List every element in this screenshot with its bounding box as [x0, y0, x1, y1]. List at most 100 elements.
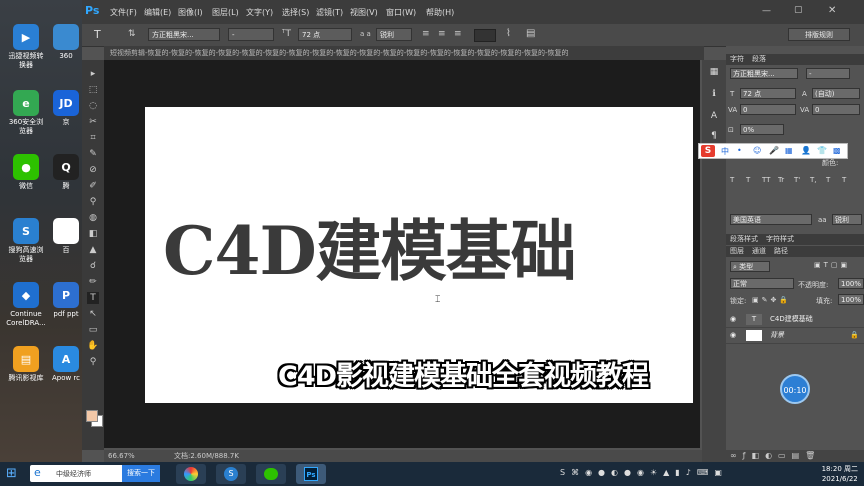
layer-row-text[interactable]: ◉ T C4D建模基础	[726, 312, 864, 328]
tab-paragraph[interactable]: 段落	[752, 54, 766, 65]
fx-icon[interactable]: ƒ	[743, 451, 752, 460]
folder-icon[interactable]: ▭	[778, 451, 792, 460]
tab-layers[interactable]: 图层	[730, 246, 744, 257]
panels-toggle-icon[interactable]: ▤	[526, 28, 535, 39]
zoom-level[interactable]: 66.67%	[108, 450, 135, 462]
menu-item[interactable]: 图像(I)	[178, 7, 203, 18]
menu-item[interactable]: 窗口(W)	[386, 7, 416, 18]
canvas-text-layer[interactable]: C4D建模基础	[163, 215, 577, 287]
ime-emoji-icon[interactable]: ☺	[753, 146, 761, 155]
taskbar-app-sogou[interactable]: S	[216, 464, 246, 484]
trash-icon[interactable]: 🗑	[805, 451, 821, 460]
char-kerning[interactable]: 0	[740, 104, 796, 115]
font-family-select[interactable]: 方正粗黑宋...	[148, 28, 220, 41]
zoom-tool-icon[interactable]: ⚲	[87, 356, 99, 368]
desktop-icon[interactable]: A Apow rc	[46, 346, 86, 383]
menu-item[interactable]: 滤镜(T)	[316, 7, 343, 18]
char-font-family[interactable]: 方正粗黑宋...	[730, 68, 798, 79]
desktop-icon[interactable]: Q腾	[46, 154, 86, 191]
move-tool-icon[interactable]: ▸	[87, 68, 99, 80]
type-style-button[interactable]: TT	[762, 176, 770, 184]
desktop-icon[interactable]: JD 京	[46, 90, 86, 127]
ime-skin-icon[interactable]: 👕	[817, 146, 827, 155]
fill-field[interactable]: 100%	[838, 294, 864, 305]
ime-voice-icon[interactable]: 🎤	[769, 146, 779, 155]
desktop-icon[interactable]: 百	[46, 218, 86, 255]
ime-chinese-mode[interactable]: 中	[721, 146, 729, 157]
menu-item[interactable]: 帮助(H)	[426, 7, 454, 18]
menu-item[interactable]: 选择(S)	[282, 7, 309, 18]
tab-character-styles[interactable]: 字符样式	[766, 234, 794, 245]
close-icon[interactable]: ✕	[828, 5, 836, 16]
menu-item[interactable]: 视图(V)	[350, 7, 378, 18]
desktop-icon[interactable]: ● 微信	[6, 154, 46, 191]
adjust-icon[interactable]: ◐	[765, 451, 778, 460]
type-style-button[interactable]: Tr	[778, 176, 784, 184]
type-style-button[interactable]: T'	[794, 176, 800, 184]
search-query[interactable]: 中级经济师	[56, 469, 91, 479]
tab-channels[interactable]: 通道	[752, 246, 766, 257]
info-icon[interactable]: ℹ	[708, 88, 720, 100]
healing-brush-icon[interactable]: ⊘	[87, 164, 99, 176]
desktop-icon[interactable]: ◆ Continue CorelDRA...	[6, 282, 46, 328]
brush-tool-icon[interactable]: ✐	[87, 180, 99, 192]
hand-tool-icon[interactable]: ✋	[87, 340, 99, 352]
eraser-icon[interactable]: ◧	[87, 228, 99, 240]
font-style-select[interactable]: -	[228, 28, 274, 41]
lock-icons[interactable]: ▣✎✥🔒	[752, 296, 791, 304]
opacity-field[interactable]: 100%	[838, 278, 864, 289]
mask-icon[interactable]: ◧	[752, 451, 766, 460]
crop-tool-icon[interactable]: ⌗	[87, 132, 99, 144]
eyedropper-icon[interactable]: ✎	[87, 148, 99, 160]
antialias-select[interactable]: 锐利	[376, 28, 412, 41]
link-icon[interactable]: ∞	[730, 451, 743, 460]
text-color-swatch[interactable]	[474, 29, 496, 42]
layer-row-background[interactable]: ◉ 背景 🔒	[726, 328, 864, 344]
menu-item[interactable]: 文件(F)	[110, 7, 137, 18]
start-icon[interactable]: ⊞	[6, 466, 17, 481]
desktop-icon[interactable]: ▤ 腾讯影视库	[6, 346, 46, 383]
orientation-toggle-icon[interactable]: ⇅	[128, 29, 136, 39]
align-left-icon[interactable]: ≡	[422, 29, 430, 39]
tab-paths[interactable]: 路径	[774, 246, 788, 257]
type-style-button[interactable]: T	[746, 176, 750, 184]
char-font-style[interactable]: -	[806, 68, 850, 79]
type-style-button[interactable]: T	[730, 176, 734, 184]
taskbar-search[interactable]: e 中级经济师 搜索一下	[30, 465, 160, 482]
minimize-icon[interactable]: —	[762, 6, 771, 16]
type-tool-icon[interactable]: T	[87, 292, 99, 304]
blend-mode-select[interactable]: 正常	[730, 278, 794, 289]
desktop-icon[interactable]: Ppdf ppt	[46, 282, 86, 319]
type-style-button[interactable]: T	[826, 176, 830, 184]
desktop-icon[interactable]: S 搜狗高速浏览器	[6, 218, 46, 264]
history-icon[interactable]: ▦	[708, 66, 720, 78]
taskbar-app-wechat[interactable]	[256, 464, 286, 484]
shape-tool-icon[interactable]: ▭	[87, 324, 99, 336]
taskbar-app-browser[interactable]	[176, 464, 206, 484]
type-tool-icon[interactable]: T	[94, 28, 101, 41]
char-antialias[interactable]: 锐利	[832, 214, 862, 225]
search-button[interactable]: 搜索一下	[122, 465, 160, 482]
taskbar-app-photoshop[interactable]: Ps	[296, 464, 326, 484]
ime-keyboard-icon[interactable]: ▦	[785, 146, 793, 155]
lasso-tool-icon[interactable]: ◌	[87, 100, 99, 112]
desktop-icon[interactable]: e 360安全浏览器	[6, 90, 46, 136]
clone-stamp-icon[interactable]: ⚲	[87, 196, 99, 208]
align-center-icon[interactable]: ≡	[438, 29, 446, 39]
document-tab[interactable]: 短视频剪辑-恢复的-恢复的-恢复的-恢复的-恢复的-恢复的-恢复的-恢复的-恢复…	[104, 46, 704, 60]
dodge-icon[interactable]: ✏	[87, 276, 99, 288]
tab-character[interactable]: 字符	[730, 54, 744, 65]
eye-icon[interactable]: ◉	[730, 328, 736, 343]
desktop-icon[interactable]: ▶ 迅捷视频转换器	[6, 24, 46, 70]
ime-punct-icon[interactable]: •	[737, 146, 742, 155]
char-language[interactable]: 美国英语	[730, 214, 812, 225]
paragraph-panel-icon[interactable]: ¶	[708, 130, 720, 142]
new-layer-icon[interactable]: ▤	[792, 451, 806, 460]
foreground-color-swatch[interactable]	[86, 410, 98, 422]
char-font-size[interactable]: 72 点	[740, 88, 796, 99]
quick-select-icon[interactable]: ✂	[87, 116, 99, 128]
desktop-icon[interactable]: 360	[46, 24, 86, 61]
workspace-button[interactable]: 排版规则	[788, 28, 850, 41]
gradient-icon[interactable]: ▲	[87, 244, 99, 256]
eye-icon[interactable]: ◉	[730, 312, 736, 327]
